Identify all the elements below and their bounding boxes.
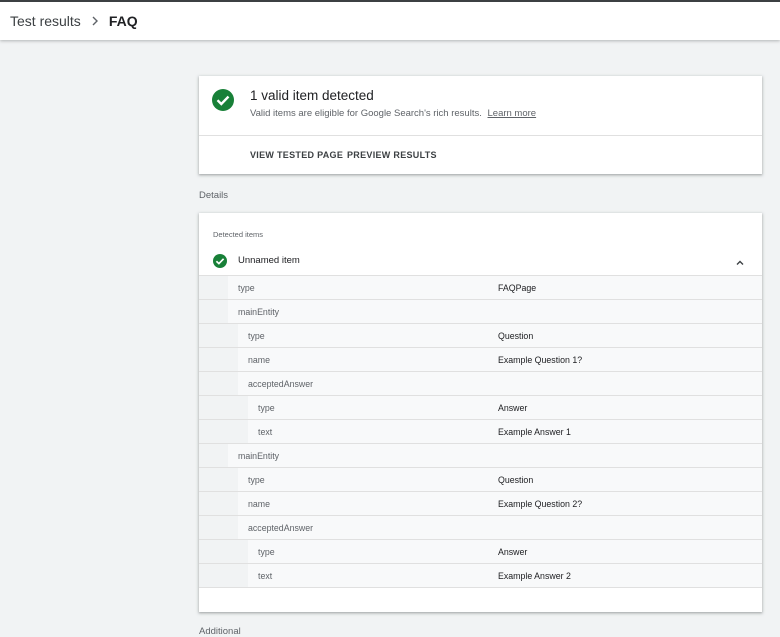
- property-row-background: [228, 276, 762, 299]
- property-row: mainEntity: [199, 444, 762, 468]
- detected-item-name: Unnamed item: [238, 255, 300, 266]
- breadcrumb-test-results[interactable]: Test results: [10, 13, 81, 29]
- property-row: acceptedAnswer: [199, 516, 762, 540]
- property-key: type: [258, 547, 275, 557]
- property-row: type FAQPage: [199, 276, 762, 300]
- property-row: name Example Question 2?: [199, 492, 762, 516]
- check-circle-icon: [212, 89, 234, 111]
- summary-actions: VIEW TESTED PAGE PREVIEW RESULTS: [199, 136, 762, 175]
- property-key: type: [258, 403, 275, 413]
- property-row: name Example Question 1?: [199, 348, 762, 372]
- top-bar: Test results FAQ: [0, 0, 780, 40]
- property-row-background: [228, 444, 762, 467]
- property-value: Question: [498, 475, 534, 485]
- view-tested-page-button[interactable]: VIEW TESTED PAGE: [250, 150, 343, 160]
- property-value: Example Answer 2: [498, 571, 571, 581]
- property-value: Example Question 1?: [498, 355, 583, 365]
- property-value: FAQPage: [498, 283, 537, 293]
- summary-header: 1 valid item detected Valid items are el…: [199, 76, 762, 136]
- property-key: acceptedAnswer: [248, 523, 314, 533]
- property-key: mainEntity: [238, 307, 280, 317]
- property-row: type Question: [199, 324, 762, 348]
- property-row: text Example Answer 2: [199, 564, 762, 588]
- property-row: type Answer: [199, 540, 762, 564]
- property-row: acceptedAnswer: [199, 372, 762, 396]
- property-key: acceptedAnswer: [248, 379, 314, 389]
- property-key: type: [248, 475, 265, 485]
- property-row-background: [238, 516, 762, 539]
- property-value: Example Answer 1: [498, 427, 571, 437]
- property-row: mainEntity: [199, 300, 762, 324]
- property-value: Question: [498, 331, 534, 341]
- property-table: type FAQPage mainEntity type Question name Exa…: [199, 276, 762, 588]
- detected-items-label: Detected items: [213, 230, 264, 239]
- learn-more-link[interactable]: Learn more: [488, 108, 537, 119]
- property-key: type: [238, 283, 255, 293]
- property-key: text: [258, 571, 273, 581]
- chevron-up-icon[interactable]: [734, 256, 746, 268]
- check-circle-icon: [213, 254, 227, 268]
- detected-item-header[interactable]: Unnamed item: [199, 249, 762, 276]
- property-key: name: [248, 499, 271, 509]
- property-key: mainEntity: [238, 451, 280, 461]
- property-row-background: [238, 372, 762, 395]
- details-heading: Details: [199, 190, 229, 201]
- summary-description-text: Valid items are eligible for Google Sear…: [250, 108, 482, 119]
- property-key: name: [248, 355, 271, 365]
- summary-description: Valid items are eligible for Google Sear…: [250, 108, 536, 119]
- preview-results-button[interactable]: PREVIEW RESULTS: [347, 150, 437, 160]
- property-row: type Question: [199, 468, 762, 492]
- detected-items-card: Detected items Unnamed item type FAQPage m…: [199, 213, 762, 612]
- property-key: text: [258, 427, 273, 437]
- property-row: type Answer: [199, 396, 762, 420]
- breadcrumb-current-page: FAQ: [108, 13, 138, 29]
- property-row: text Example Answer 1: [199, 420, 762, 444]
- summary-title: 1 valid item detected: [250, 88, 374, 103]
- summary-card: 1 valid item detected Valid items are el…: [199, 76, 762, 174]
- property-value: Example Question 2?: [498, 499, 583, 509]
- property-value: Answer: [498, 547, 528, 557]
- chevron-right-icon: [91, 14, 99, 29]
- property-value: Answer: [498, 403, 528, 413]
- property-key: type: [248, 331, 265, 341]
- property-row-background: [228, 300, 762, 323]
